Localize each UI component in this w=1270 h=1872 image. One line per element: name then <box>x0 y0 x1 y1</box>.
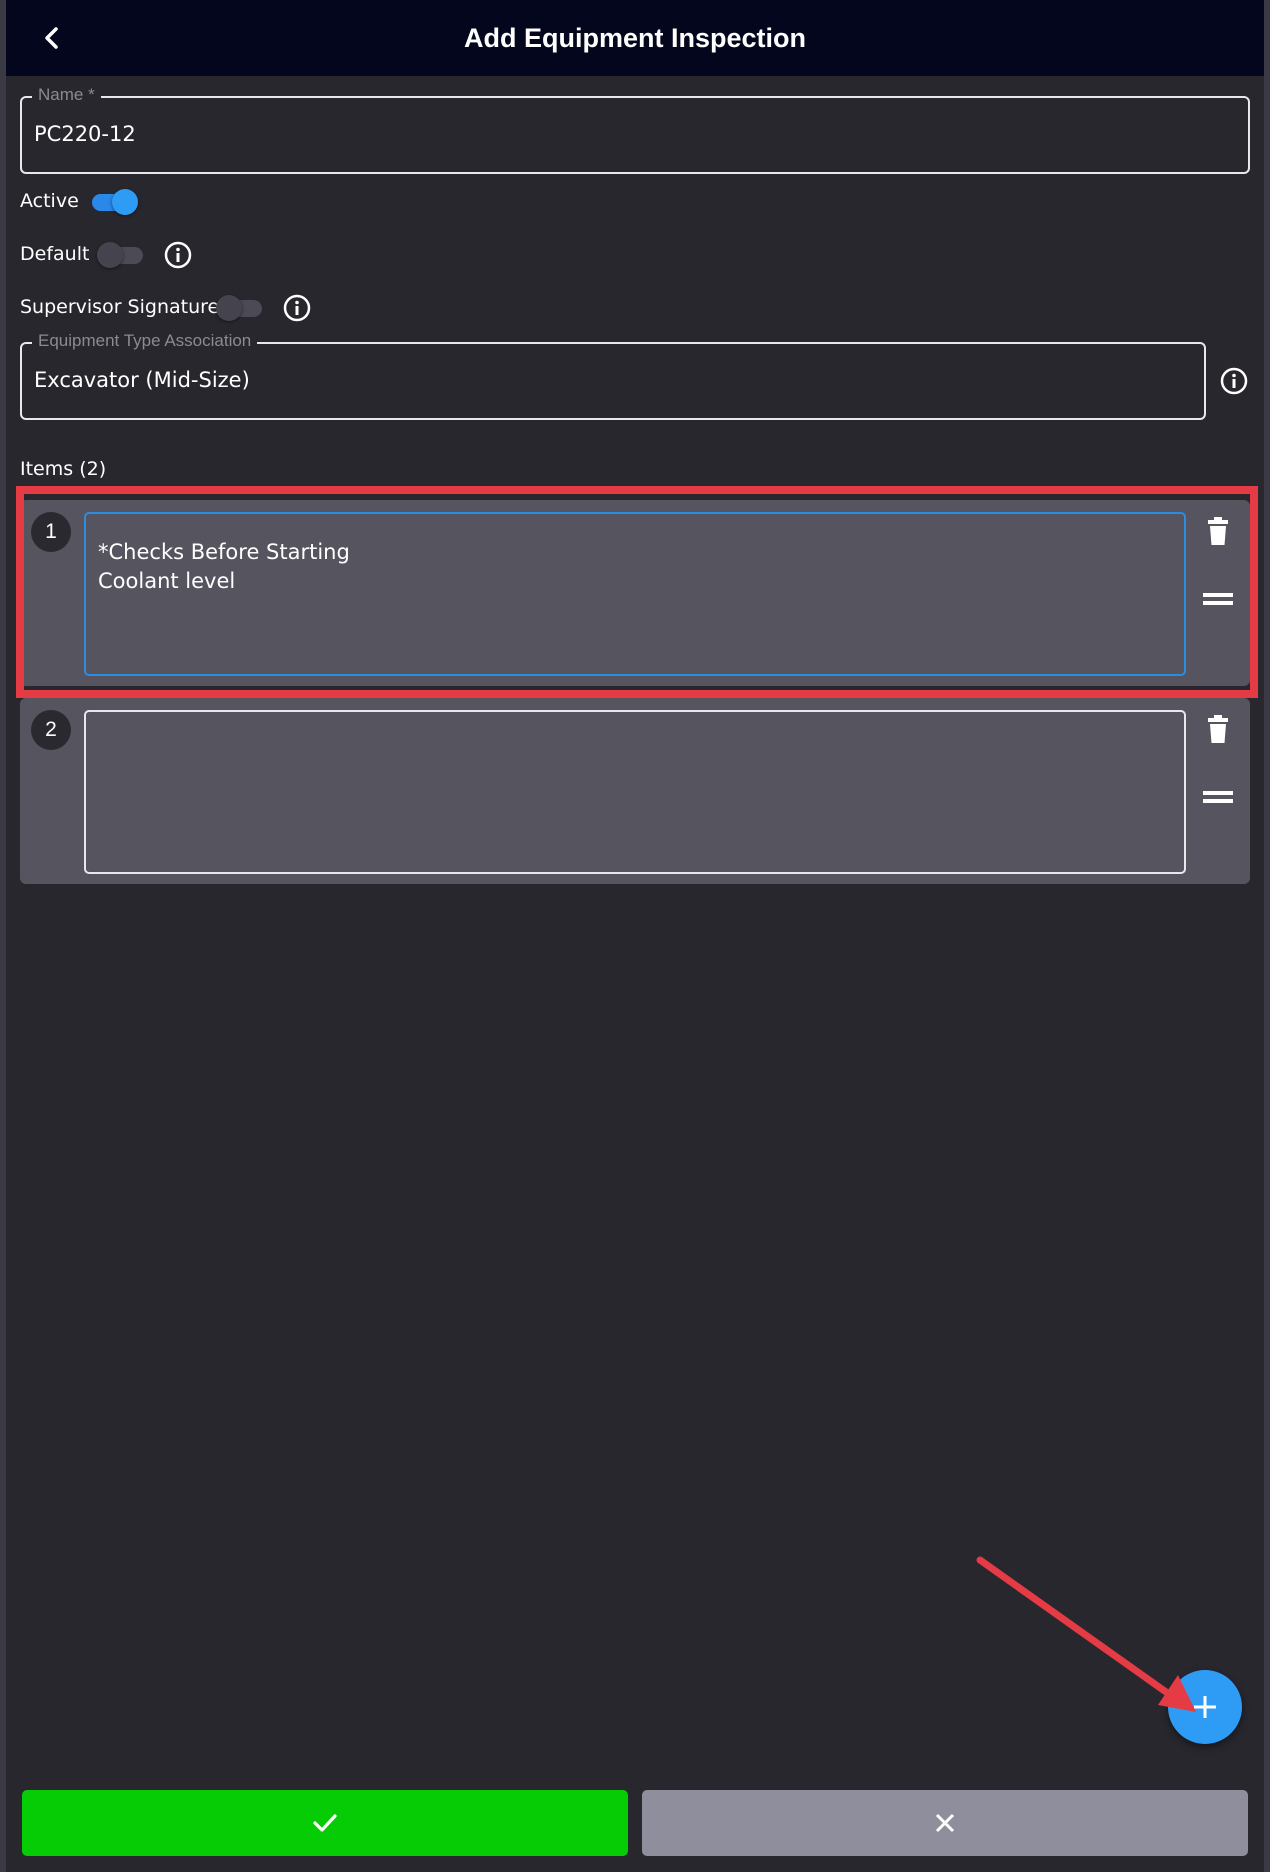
check-icon <box>313 1814 337 1832</box>
app-frame <box>0 0 1270 1872</box>
item-text-input[interactable] <box>84 710 1186 874</box>
name-field[interactable]: Name * PC220-12 <box>20 85 1250 174</box>
default-info-icon[interactable] <box>163 240 193 270</box>
app-bar: Add Equipment Inspection <box>6 0 1264 76</box>
items-header: Items (2) <box>20 458 107 480</box>
toggle-knob <box>112 189 138 215</box>
active-label: Active <box>20 190 79 212</box>
drag-handle-icon[interactable] <box>1200 778 1236 814</box>
supervisor-signature-label: Supervisor Signature <box>20 296 220 318</box>
close-icon <box>935 1813 955 1833</box>
confirm-button[interactable] <box>22 1790 628 1856</box>
chevron-left-icon <box>45 27 58 49</box>
active-toggle[interactable] <box>90 189 138 215</box>
plus-icon <box>1194 1696 1216 1718</box>
back-button[interactable] <box>34 20 70 56</box>
default-label: Default <box>20 243 90 265</box>
default-toggle[interactable] <box>97 242 145 268</box>
name-field-label: Name * <box>32 85 101 105</box>
supervisor-signature-toggle[interactable] <box>216 295 264 321</box>
add-item-button[interactable] <box>1168 1670 1242 1744</box>
equipment-type-value: Excavator (Mid-Size) <box>34 368 250 392</box>
equipment-type-label: Equipment Type Association <box>32 331 258 351</box>
cancel-button[interactable] <box>642 1790 1248 1856</box>
name-field-value: PC220-12 <box>34 122 136 146</box>
equipment-type-info-icon[interactable] <box>1219 366 1249 396</box>
delete-icon[interactable] <box>1200 712 1236 748</box>
list-item: 2 <box>20 698 1250 884</box>
item-number: 2 <box>31 710 71 750</box>
page-title: Add Equipment Inspection <box>464 22 806 53</box>
toggle-knob <box>97 242 123 268</box>
toggle-knob <box>216 295 242 321</box>
equipment-type-field[interactable]: Equipment Type Association Excavator (Mi… <box>20 331 1206 420</box>
highlight-box <box>16 486 1258 698</box>
supervisor-signature-info-icon[interactable] <box>282 293 312 323</box>
